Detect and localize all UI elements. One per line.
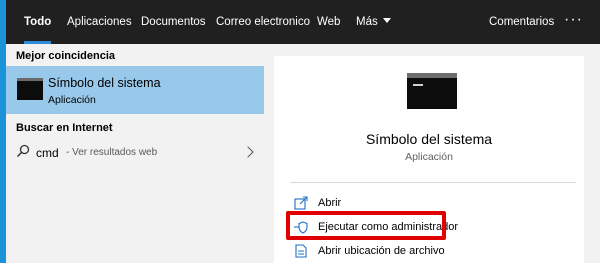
tab-label: Documentos [141,16,206,28]
search-icon [16,144,30,158]
search-filter-bar: Todo Aplicaciones Documentos Correo elec… [6,0,600,44]
open-action-label: Abrir [318,197,342,209]
web-search-heading: Buscar en Internet [16,122,113,134]
open-file-location-label: Abrir ubicación de archivo [318,245,445,257]
run-as-admin-action[interactable]: Ejecutar como administrador [290,218,570,238]
more-options-button[interactable]: ··· [564,0,583,44]
tab-label: Web [317,16,341,28]
app-title: Símbolo del sistema [365,131,493,147]
app-type: Aplicación [405,151,453,163]
tab-documentos[interactable]: Documentos [141,0,206,44]
open-file-location-action[interactable]: Abrir ubicación de archivo [290,242,570,262]
open-action[interactable]: Abrir [290,194,570,214]
run-as-admin-label: Ejecutar como administrador [318,221,459,233]
web-search-result[interactable]: cmd - Ver resultados web [6,140,264,166]
tab-web[interactable]: Web [317,0,340,44]
tab-label: Correo electronico [216,16,310,28]
best-match-result[interactable]: Símbolo del sistema Aplicación [6,66,264,114]
command-prompt-icon [17,78,43,100]
search-window: Todo Aplicaciones Documentos Correo elec… [6,0,600,263]
web-search-hint: - Ver resultados web [66,147,158,158]
divider [290,182,576,183]
tab-aplicaciones[interactable]: Aplicaciones [67,0,132,44]
best-match-heading: Mejor coincidencia [16,50,116,62]
open-icon [294,196,308,210]
tab-label: Todo [24,16,52,28]
feedback-button[interactable]: Comentarios [489,0,554,44]
tab-mas[interactable]: Más [356,0,391,44]
command-prompt-icon [407,73,457,109]
tab-label: Más [356,16,378,28]
tab-correo[interactable]: Correo electronico [216,0,310,44]
chevron-right-icon[interactable] [242,146,254,158]
results-pane: Mejor coincidencia Símbolo del sistema A… [6,44,270,263]
tab-label: Aplicaciones [67,16,132,28]
best-match-title: Símbolo del sistema [48,76,161,90]
feedback-label: Comentarios [489,16,555,28]
tab-todo[interactable]: Todo [24,0,52,44]
detail-pane: Símbolo del sistema Aplicación Abrir Eje… [274,56,584,263]
web-search-query: cmd [36,146,59,160]
caret-down-icon [382,18,391,23]
best-match-subtitle: Aplicación [48,94,96,106]
shield-icon [294,221,308,234]
file-location-icon [295,244,307,258]
